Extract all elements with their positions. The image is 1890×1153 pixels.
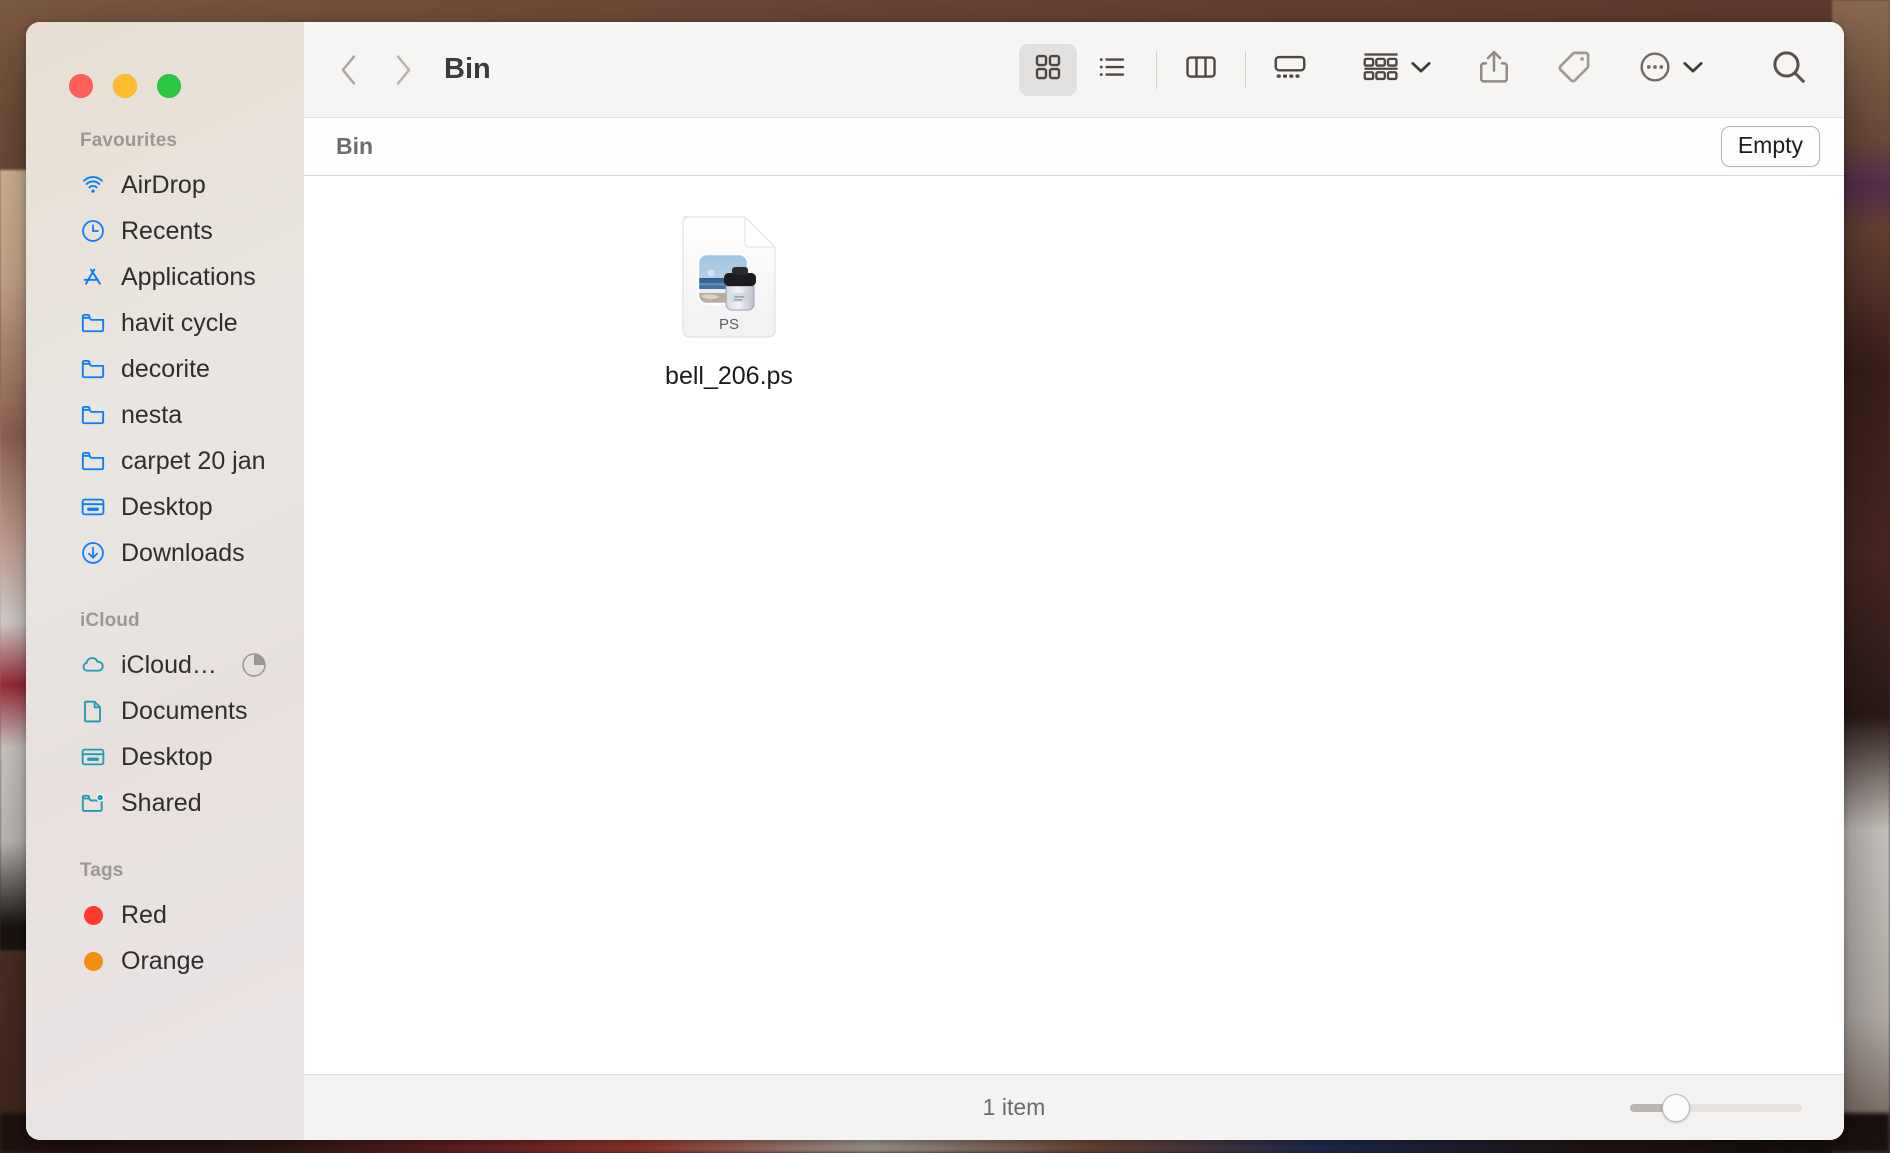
more-actions-button[interactable] <box>1632 43 1710 97</box>
sidebar-item-airdrop[interactable]: AirDrop <box>26 162 304 208</box>
folder-icon <box>80 356 106 382</box>
file-grid[interactable]: PS bell_206.ps <box>304 176 1844 1074</box>
chevron-down-icon <box>1682 60 1704 79</box>
toolbar-divider <box>1156 50 1157 89</box>
sidebar: Favourites AirDrop Recents Applications … <box>26 22 304 1140</box>
sidebar-item-label: Documents <box>121 696 248 725</box>
icon-view-icon <box>1033 52 1063 87</box>
sidebar-item-nesta[interactable]: nesta <box>26 392 304 438</box>
sync-progress-icon <box>240 651 268 679</box>
sidebar-item-applications[interactable]: Applications <box>26 254 304 300</box>
sidebar-item-label: Applications <box>121 262 256 291</box>
document-icon <box>80 698 106 724</box>
path-bar-title: Bin <box>336 133 374 159</box>
sidebar-item-recents[interactable]: Recents <box>26 208 304 254</box>
sidebar-item-label: nesta <box>121 400 183 429</box>
list-view-button[interactable] <box>1083 44 1141 96</box>
postscript-file-icon: PS <box>671 210 787 344</box>
sidebar-item-shared[interactable]: Shared <box>26 780 304 826</box>
search-icon <box>1770 48 1808 91</box>
folder-icon <box>80 448 106 474</box>
status-bar: 1 item <box>304 1074 1844 1140</box>
sidebar-item-label: Red <box>121 900 167 929</box>
list-view-icon <box>1097 52 1127 87</box>
path-bar: Bin Empty <box>304 118 1844 176</box>
back-button[interactable] <box>322 43 376 97</box>
minimize-button[interactable] <box>113 74 137 98</box>
sidebar-item-label: Downloads <box>121 538 245 567</box>
applications-icon <box>80 264 106 290</box>
share-button[interactable] <box>1472 43 1516 97</box>
desktop-icon <box>80 744 106 770</box>
sidebar-item-label: Desktop <box>121 492 213 521</box>
sidebar-item-label: Recents <box>121 216 213 245</box>
maximize-button[interactable] <box>157 74 181 98</box>
folder-icon <box>80 310 106 336</box>
more-ellipsis-icon <box>1638 50 1672 89</box>
window-title: Bin <box>444 53 491 85</box>
view-mode-group <box>1016 43 1322 96</box>
sidebar-item-desktop[interactable]: Desktop <box>26 484 304 530</box>
gallery-view-button[interactable] <box>1261 44 1319 96</box>
folder-icon <box>80 402 106 428</box>
chevron-down-icon <box>1410 60 1432 79</box>
sidebar-item-documents[interactable]: Documents <box>26 688 304 734</box>
slider-knob[interactable] <box>1661 1093 1690 1122</box>
column-view-icon <box>1184 52 1218 87</box>
group-by-button[interactable] <box>1356 43 1438 97</box>
airdrop-icon <box>80 172 106 198</box>
sidebar-item-label: Shared <box>121 788 202 817</box>
sidebar-item-label: AirDrop <box>121 170 206 199</box>
download-icon <box>80 540 106 566</box>
sidebar-item-downloads[interactable]: Downloads <box>26 530 304 576</box>
group-by-icon <box>1362 51 1400 88</box>
tag-icon <box>1556 49 1592 90</box>
gallery-view-icon <box>1272 52 1308 87</box>
finder-window: Favourites AirDrop Recents Applications … <box>26 22 1844 1140</box>
close-button[interactable] <box>69 74 93 98</box>
sidebar-item-label: decorite <box>121 354 210 383</box>
window-controls <box>26 22 304 118</box>
forward-button[interactable] <box>376 43 430 97</box>
sidebar-item-label: carpet 20 jan <box>121 446 266 475</box>
sidebar-item-tag-red[interactable]: Red <box>26 892 304 938</box>
desktop-icon <box>80 494 106 520</box>
tag-dot-icon <box>80 902 106 928</box>
clock-icon <box>80 218 106 244</box>
file-type-badge: PS <box>719 316 739 333</box>
sidebar-item-label: iCloud… <box>121 650 217 679</box>
sidebar-section-tags-header: Tags <box>80 860 124 881</box>
share-icon <box>1478 49 1510 90</box>
tag-dot-icon <box>80 948 106 974</box>
toolbar-divider <box>1245 50 1246 89</box>
tag-button[interactable] <box>1550 43 1598 97</box>
search-button[interactable] <box>1764 43 1814 97</box>
sidebar-item-label: havit cycle <box>121 308 238 337</box>
icon-view-button[interactable] <box>1019 43 1077 96</box>
shared-folder-icon <box>80 790 106 816</box>
empty-bin-button[interactable]: Empty <box>1720 126 1820 167</box>
file-item[interactable]: PS bell_206.ps <box>636 210 822 391</box>
sidebar-item-havit-cycle[interactable]: havit cycle <box>26 300 304 346</box>
sidebar-item-icloud-desktop[interactable]: Desktop <box>26 734 304 780</box>
sidebar-item-carpet-20-jan[interactable]: carpet 20 jan <box>26 438 304 484</box>
sidebar-section-favourites-header: Favourites <box>80 130 178 151</box>
sidebar-item-tag-orange[interactable]: Orange <box>26 938 304 984</box>
sidebar-item-label: Orange <box>121 946 205 975</box>
item-count-label: 1 item <box>982 1094 1046 1120</box>
sidebar-item-decorite[interactable]: decorite <box>26 346 304 392</box>
column-view-button[interactable] <box>1172 44 1230 96</box>
sidebar-item-icloud-drive[interactable]: iCloud… <box>26 642 304 688</box>
cloud-icon <box>80 652 106 678</box>
icon-size-slider[interactable] <box>1630 1093 1802 1122</box>
sidebar-item-label: Desktop <box>121 742 213 771</box>
file-name-label: bell_206.ps <box>665 362 793 390</box>
content-pane: Bin Bin Empty PS bell_206.ps 1 item <box>304 22 1844 1140</box>
toolbar: Bin <box>304 22 1844 118</box>
sidebar-section-icloud-header: iCloud <box>80 610 140 631</box>
